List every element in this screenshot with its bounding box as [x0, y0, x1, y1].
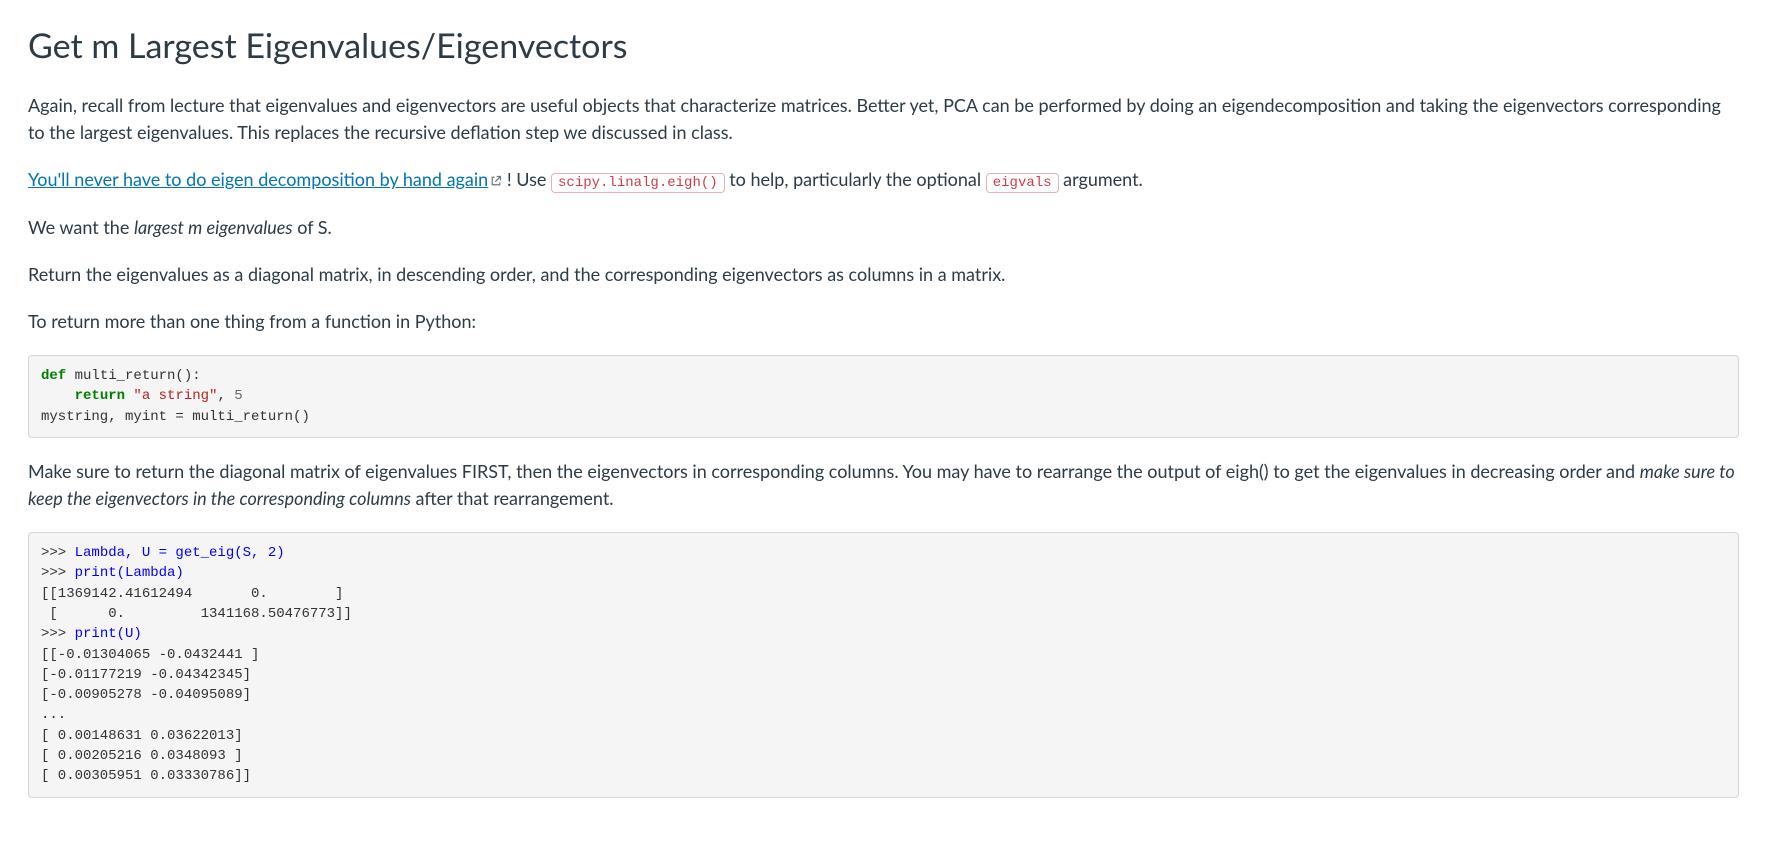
text-end: argument.	[1059, 168, 1143, 190]
text-after-link-a: ! Use	[502, 168, 551, 190]
code-l11: [ 0.00205216 0.0348093 ]	[41, 748, 243, 764]
code-l2: print(Lambda)	[75, 565, 184, 581]
code-l7: [-0.01177219 -0.04342345]	[41, 667, 251, 683]
paragraph-want: We want the largest m eigenvalues of S.	[28, 214, 1739, 241]
text-makesure-a: Make sure to return the diagonal matrix …	[28, 460, 1640, 482]
code-l4: [ 0. 1341168.50476773]]	[41, 606, 352, 622]
paragraph-multireturn: To return more than one thing from a fun…	[28, 308, 1739, 335]
code-l6: [[-0.01304065 -0.0432441 ]	[41, 647, 259, 663]
tok-def: def	[41, 368, 66, 384]
text-want-em: largest m eigenvalues	[134, 216, 293, 238]
text-makesure-b: after that rearrangement.	[411, 487, 614, 509]
tok-num5: 5	[234, 388, 242, 404]
external-link-icon	[490, 167, 502, 194]
paragraph-intro: Again, recall from lecture that eigenval…	[28, 92, 1739, 146]
paragraph-makesure: Make sure to return the diagonal matrix …	[28, 458, 1739, 512]
tok-assign: mystring, myint = multi_return()	[41, 409, 310, 425]
paragraph-link: You'll never have to do eigen decomposit…	[28, 166, 1739, 194]
tok-str: "a string"	[125, 388, 217, 404]
prompt-3: >>>	[41, 626, 75, 642]
prompt-2: >>>	[41, 565, 75, 581]
text-want-post: of S.	[293, 216, 332, 238]
tok-comma: ,	[217, 388, 234, 404]
code-l5: print(U)	[75, 626, 142, 642]
inline-code-eigh: scipy.linalg.eigh()	[551, 173, 725, 193]
code-block-example: >>> Lambda, U = get_eig(S, 2) >>> print(…	[28, 532, 1739, 798]
prompt-1: >>>	[41, 545, 75, 561]
code-l9: ...	[41, 707, 66, 723]
text-mid: to help, particularly the optional	[725, 168, 986, 190]
page-heading: Get m Largest Eigenvalues/Eigenvectors	[28, 24, 1739, 68]
code-l10: [ 0.00148631 0.03622013]	[41, 728, 243, 744]
code-l1: Lambda, U = get_eig(S, 2)	[75, 545, 285, 561]
eigen-link-text: You'll never have to do eigen decomposit…	[28, 168, 488, 190]
code-l12: [ 0.00305951 0.03330786]]	[41, 768, 251, 784]
code-block-multireturn: def multi_return(): return "a string", 5…	[28, 355, 1739, 438]
paragraph-return: Return the eigenvalues as a diagonal mat…	[28, 261, 1739, 288]
tok-fn: multi_return():	[66, 368, 200, 384]
text-want-pre: We want the	[28, 216, 134, 238]
inline-code-eigvals: eigvals	[986, 173, 1059, 193]
code-l8: [-0.00905278 -0.04095089]	[41, 687, 251, 703]
code-l3: [[1369142.41612494 0. ]	[41, 586, 343, 602]
eigen-link[interactable]: You'll never have to do eigen decomposit…	[28, 168, 502, 190]
tok-return: return	[75, 388, 125, 404]
